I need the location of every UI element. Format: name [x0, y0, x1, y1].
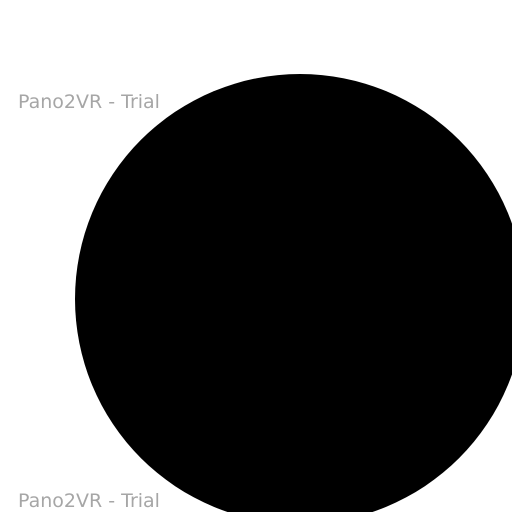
black-disc — [75, 74, 512, 512]
trial-watermark-top: Pano2VR - Trial — [18, 91, 160, 113]
panorama-viewer[interactable]: Pano2VR - Trial Pano2VR - Trial — [0, 0, 512, 512]
trial-watermark-bottom: Pano2VR - Trial — [18, 490, 160, 512]
